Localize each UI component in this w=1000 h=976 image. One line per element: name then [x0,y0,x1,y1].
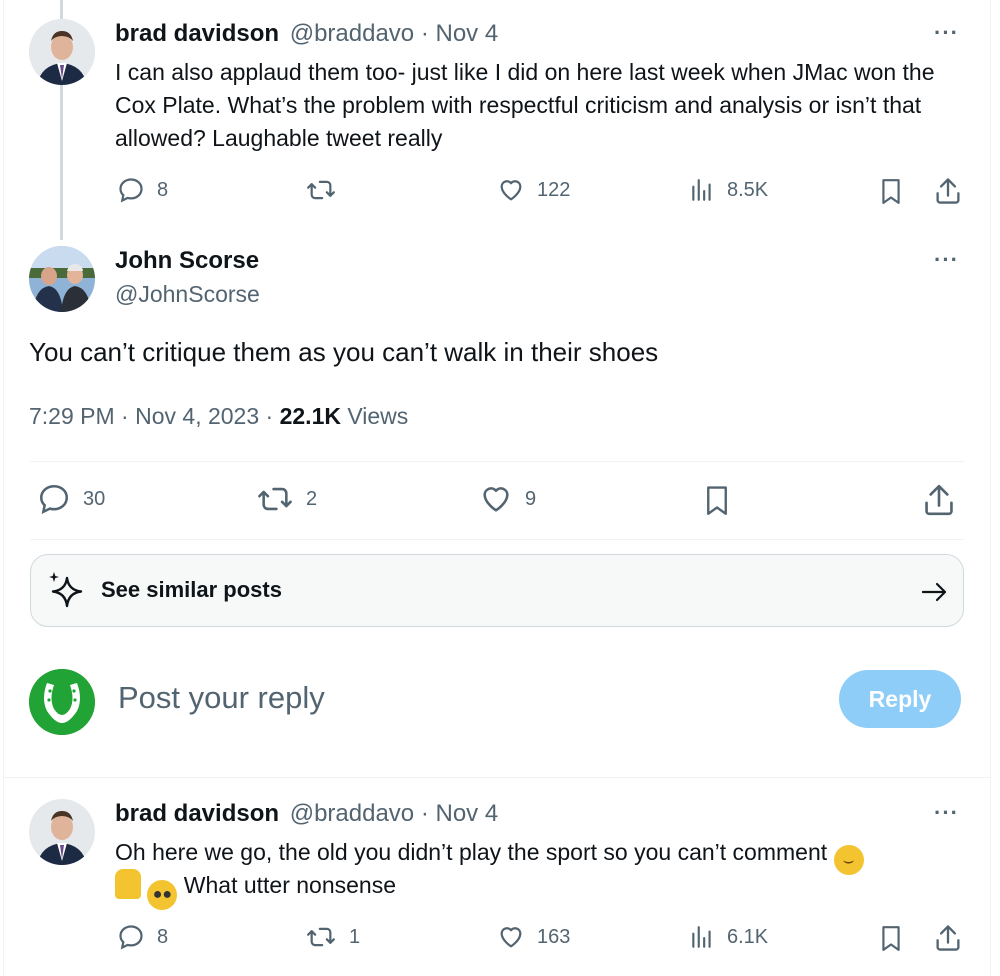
more-options-icon[interactable]: ··· [934,20,959,46]
repost-count: 1 [349,925,361,948]
reply-icon [117,923,145,951]
views-chart-icon [689,923,715,951]
post-text-line1: Oh here we go, the old you didn’t play t… [115,839,828,865]
author-name[interactable]: John Scorse [115,247,259,275]
section-divider [3,777,990,778]
post-meta: 7:29 PM · Nov 4, 2023 · 22.1K Views [29,403,408,430]
reply-count: 30 [83,487,106,510]
views-count: 22.1K [279,403,341,429]
more-options-icon[interactable]: ··· [934,800,959,826]
share-icon [934,176,962,206]
repost-icon [305,176,337,204]
separator-dot: · [420,800,429,827]
like-button[interactable]: 122 [497,176,570,204]
post-header: brad davidson @braddavo · Nov 4 [115,800,498,828]
reply-count: 8 [157,925,169,948]
post-time[interactable]: 7:29 PM [29,403,115,429]
like-button[interactable]: 9 [479,482,536,516]
flushed-face-emoji-icon: ●● [147,880,178,910]
reply-input[interactable]: Post your reply [118,680,798,716]
author-handle[interactable]: @JohnScorse [115,281,260,308]
see-similar-posts-button[interactable]: See similar posts [30,554,964,627]
like-count: 122 [537,178,571,201]
post-text-second-line: ●● What utter nonsense [115,869,396,910]
repost-icon [256,482,294,516]
share-button[interactable] [934,923,962,953]
views-button[interactable]: 8.5K [689,176,768,204]
rolling-laughing-emoji-icon: ⌣ [833,845,864,875]
like-count: 9 [525,487,537,510]
views-count: 6.1K [727,925,769,948]
divider [30,539,964,540]
separator-dot: · [420,20,429,47]
more-options-icon[interactable]: ··· [934,247,959,273]
heart-icon [497,176,525,204]
share-button[interactable] [934,176,962,206]
views-button[interactable]: 6.1K [689,923,768,951]
post-date[interactable]: Nov 4 [436,20,499,47]
reply-submit-button[interactable]: Reply [839,670,961,728]
repost-button[interactable] [305,176,349,204]
views-count: 8.5K [727,178,769,201]
author-handle[interactable]: @braddavo [290,20,414,47]
bookmark-icon [878,923,904,953]
avatar[interactable] [29,19,95,85]
post-text: You can’t critique them as you can’t wal… [29,337,659,367]
repost-button[interactable]: 2 [256,482,317,516]
bookmark-icon [878,176,904,206]
views-chart-icon [689,176,715,204]
views-label: Views [347,403,409,429]
bookmark-button[interactable] [702,482,732,518]
divider [30,461,964,462]
post-text-line2: What utter nonsense [183,872,397,898]
share-button[interactable] [922,482,956,518]
post-header: brad davidson @braddavo · Nov 4 [115,20,498,48]
sparkle-icon [45,570,87,617]
avatar[interactable] [29,799,95,865]
share-icon [922,482,956,518]
post-date[interactable]: Nov 4, 2023 [135,403,259,429]
separator-dot: · [121,403,129,429]
post-date[interactable]: Nov 4 [436,800,499,827]
timeline-left-border [3,0,4,976]
heart-icon [497,923,525,951]
share-icon [934,923,962,953]
reply-icon [37,482,71,516]
avatar[interactable] [29,246,95,312]
avatar[interactable] [29,669,95,735]
reply-button[interactable]: 8 [117,176,168,204]
like-button[interactable]: 163 [497,923,570,951]
author-name[interactable]: brad davidson [115,20,279,47]
repost-icon [305,923,337,951]
man-facepalming-emoji-icon [115,869,141,899]
reply-icon [117,176,145,204]
reply-button[interactable]: 8 [117,923,168,951]
separator-dot: · [265,403,274,429]
bookmark-button[interactable] [878,923,904,953]
arrow-right-icon [921,581,949,608]
bookmark-button[interactable] [878,176,904,206]
like-count: 163 [537,925,571,948]
repost-count: 2 [306,487,318,510]
author-name[interactable]: brad davidson [115,800,279,827]
reply-button[interactable]: 30 [37,482,105,516]
post-text: I can also applaud them too- just like I… [115,59,935,151]
timeline-right-border [990,0,991,976]
bookmark-icon [702,482,732,518]
heart-icon [479,482,513,516]
repost-button[interactable]: 1 [305,923,360,951]
see-similar-label: See similar posts [101,577,282,602]
reply-count: 8 [157,178,169,201]
author-handle[interactable]: @braddavo [290,800,414,827]
